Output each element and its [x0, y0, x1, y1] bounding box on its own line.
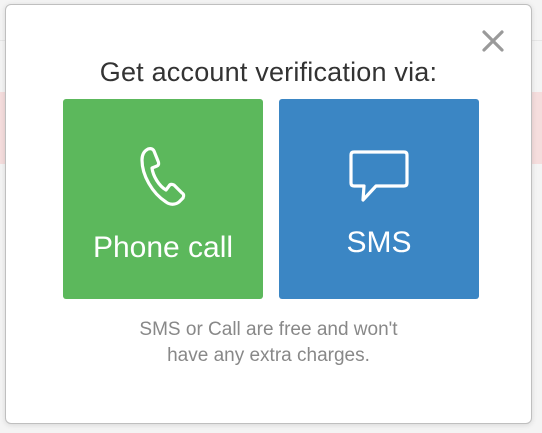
phone-icon	[140, 147, 186, 206]
close-button[interactable]	[479, 27, 507, 55]
pricing-note: SMS or Call are free and won't have any …	[6, 317, 531, 369]
chat-bubble-icon	[349, 150, 409, 202]
close-icon	[482, 30, 504, 52]
pricing-note-line: SMS or Call are free and won't	[139, 319, 398, 340]
phone-call-button[interactable]: Phone call	[63, 99, 263, 299]
sms-button[interactable]: SMS	[279, 99, 479, 299]
sms-label: SMS	[346, 226, 412, 259]
modal-title: Get account verification via:	[99, 57, 438, 87]
verification-modal: Get account verification via: Phone call…	[5, 4, 532, 424]
pricing-note-line: have any extra charges.	[167, 345, 370, 366]
phone-call-label: Phone call	[92, 231, 234, 264]
